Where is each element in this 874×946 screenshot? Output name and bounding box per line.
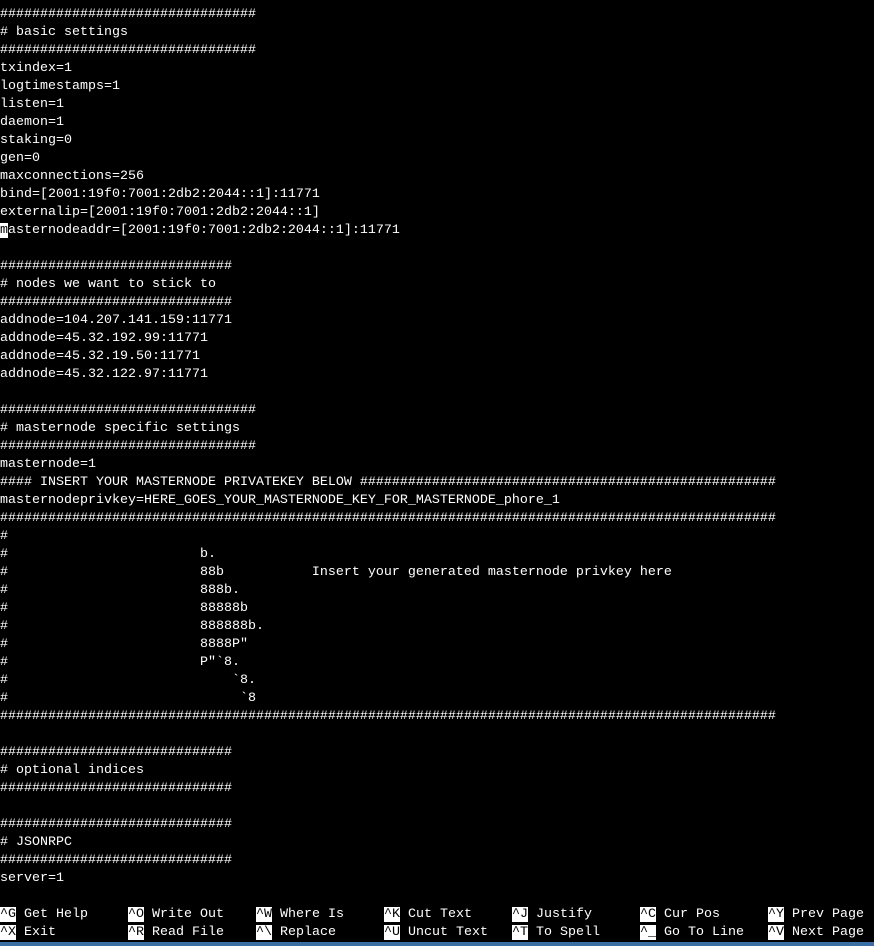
- shortcut-key: ^Y: [768, 907, 784, 922]
- editor-line[interactable]: #############################: [0, 780, 874, 798]
- shortcut-replace[interactable]: ^\ Replace: [256, 924, 336, 942]
- shortcut-label: Replace: [280, 925, 336, 940]
- shortcut-key: ^T: [512, 925, 528, 940]
- editor-line[interactable]: # `8: [0, 690, 874, 708]
- shortcut-key: ^U: [384, 925, 400, 940]
- shortcut-label: Prev Page: [792, 907, 864, 922]
- editor-line[interactable]: externalip=[2001:19f0:7001:2db2:2044::1]: [0, 204, 874, 222]
- editor-text-area[interactable]: ################################ # basic …: [0, 6, 874, 888]
- shortcut-write-out[interactable]: ^O Write Out: [128, 906, 224, 924]
- shortcut-key: ^_: [640, 925, 656, 940]
- shortcut-key: ^R: [128, 925, 144, 940]
- editor-line[interactable]: [0, 798, 874, 816]
- editor-line[interactable]: addnode=45.32.192.99:11771: [0, 330, 874, 348]
- editor-line[interactable]: ################################: [0, 438, 874, 456]
- editor-line[interactable]: logtimestamps=1: [0, 78, 874, 96]
- shortcut-key: ^V: [768, 925, 784, 940]
- editor-line[interactable]: ################################: [0, 42, 874, 60]
- editor-line[interactable]: addnode=45.32.19.50:11771: [0, 348, 874, 366]
- shortcut-key: ^O: [128, 907, 144, 922]
- editor-line[interactable]: server=1: [0, 870, 874, 888]
- shortcut-label: Get Help: [24, 907, 88, 922]
- shortcut-where-is[interactable]: ^W Where Is: [256, 906, 344, 924]
- shortcut-key: ^G: [0, 907, 16, 922]
- shortcut-label: Go To Line: [664, 925, 744, 940]
- window-border: [0, 942, 874, 946]
- editor-line[interactable]: #############################: [0, 816, 874, 834]
- shortcut-uncut-text[interactable]: ^U Uncut Text: [384, 924, 488, 942]
- editor-line[interactable]: ########################################…: [0, 510, 874, 528]
- editor-line[interactable]: #############################: [0, 852, 874, 870]
- shortcut-label: Where Is: [280, 907, 344, 922]
- shortcut-label: Read File: [152, 925, 224, 940]
- editor-line[interactable]: #############################: [0, 744, 874, 762]
- shortcut-key: ^X: [0, 925, 16, 940]
- text-cursor: m: [0, 223, 8, 238]
- shortcut-label: Uncut Text: [408, 925, 488, 940]
- shortcut-label: Cur Pos: [664, 907, 720, 922]
- shortcut-prev-page[interactable]: ^Y Prev Page: [768, 906, 864, 924]
- editor-line[interactable]: addnode=45.32.122.97:11771: [0, 366, 874, 384]
- shortcut-key: ^J: [512, 907, 528, 922]
- shortcut-label: To Spell: [536, 925, 600, 940]
- editor-line[interactable]: #: [0, 528, 874, 546]
- shortcut-row: ^X Exit ^R Read File ^\ Replace ^U Uncut Te…: [0, 924, 874, 942]
- editor-line[interactable]: # P"`8.: [0, 654, 874, 672]
- editor-line[interactable]: # optional indices: [0, 762, 874, 780]
- shortcut-next-page[interactable]: ^V Next Page: [768, 924, 864, 942]
- editor-line[interactable]: #############################: [0, 258, 874, 276]
- editor-line[interactable]: ########################################…: [0, 708, 874, 726]
- editor-line[interactable]: [0, 726, 874, 744]
- editor-line[interactable]: [0, 240, 874, 258]
- editor-line[interactable]: [0, 384, 874, 402]
- shortcut-key: ^K: [384, 907, 400, 922]
- editor-line[interactable]: # `8.: [0, 672, 874, 690]
- editor-line[interactable]: masternode=1: [0, 456, 874, 474]
- shortcut-cut-text[interactable]: ^K Cut Text: [384, 906, 472, 924]
- editor-line[interactable]: # b.: [0, 546, 874, 564]
- editor-line[interactable]: # 8888P": [0, 636, 874, 654]
- editor-line[interactable]: # nodes we want to stick to: [0, 276, 874, 294]
- editor-line[interactable]: # 88888b: [0, 600, 874, 618]
- editor-line[interactable]: bind=[2001:19f0:7001:2db2:2044::1]:11771: [0, 186, 874, 204]
- shortcut-key: ^\: [256, 925, 272, 940]
- shortcut-key: ^W: [256, 907, 272, 922]
- editor-line[interactable]: maxconnections=256: [0, 168, 874, 186]
- shortcut-to-spell[interactable]: ^T To Spell: [512, 924, 600, 942]
- line-text: asternodeaddr=[2001:19f0:7001:2db2:2044:…: [8, 223, 400, 238]
- shortcut-label: Exit: [24, 925, 56, 940]
- editor-line[interactable]: # basic settings: [0, 24, 874, 42]
- shortcut-justify[interactable]: ^J Justify: [512, 906, 592, 924]
- editor-line[interactable]: ################################: [0, 6, 874, 24]
- shortcut-label: Justify: [536, 907, 592, 922]
- editor-line[interactable]: # 88b Insert your generated masternode p…: [0, 564, 874, 582]
- editor-line[interactable]: masternodeprivkey=HERE_GOES_YOUR_MASTERN…: [0, 492, 874, 510]
- shortcut-bar: ^G Get Help ^O Write Out ^W Where Is ^K Cut…: [0, 906, 874, 942]
- editor-line[interactable]: gen=0: [0, 150, 874, 168]
- editor-line[interactable]: # 888888b.: [0, 618, 874, 636]
- shortcut-read-file[interactable]: ^R Read File: [128, 924, 224, 942]
- editor-line[interactable]: txindex=1: [0, 60, 874, 78]
- editor-line[interactable]: #### INSERT YOUR MASTERNODE PRIVATEKEY B…: [0, 474, 874, 492]
- shortcut-label: Next Page: [792, 925, 864, 940]
- editor-line[interactable]: masternodeaddr=[2001:19f0:7001:2db2:2044…: [0, 222, 874, 240]
- editor-line[interactable]: addnode=104.207.141.159:11771: [0, 312, 874, 330]
- shortcut-label: Cut Text: [408, 907, 472, 922]
- editor-line[interactable]: #############################: [0, 294, 874, 312]
- shortcut-exit[interactable]: ^X Exit: [0, 924, 56, 942]
- shortcut-get-help[interactable]: ^G Get Help: [0, 906, 88, 924]
- editor-line[interactable]: ################################: [0, 402, 874, 420]
- editor-line[interactable]: staking=0: [0, 132, 874, 150]
- shortcut-go-to-line[interactable]: ^_ Go To Line: [640, 924, 744, 942]
- editor-line[interactable]: daemon=1: [0, 114, 874, 132]
- editor-line[interactable]: # masternode specific settings: [0, 420, 874, 438]
- shortcut-label: Write Out: [152, 907, 224, 922]
- editor-line[interactable]: listen=1: [0, 96, 874, 114]
- shortcut-cur-pos[interactable]: ^C Cur Pos: [640, 906, 720, 924]
- shortcut-key: ^C: [640, 907, 656, 922]
- editor-line[interactable]: # JSONRPC: [0, 834, 874, 852]
- shortcut-row: ^G Get Help ^O Write Out ^W Where Is ^K Cut…: [0, 906, 874, 924]
- editor-line[interactable]: # 888b.: [0, 582, 874, 600]
